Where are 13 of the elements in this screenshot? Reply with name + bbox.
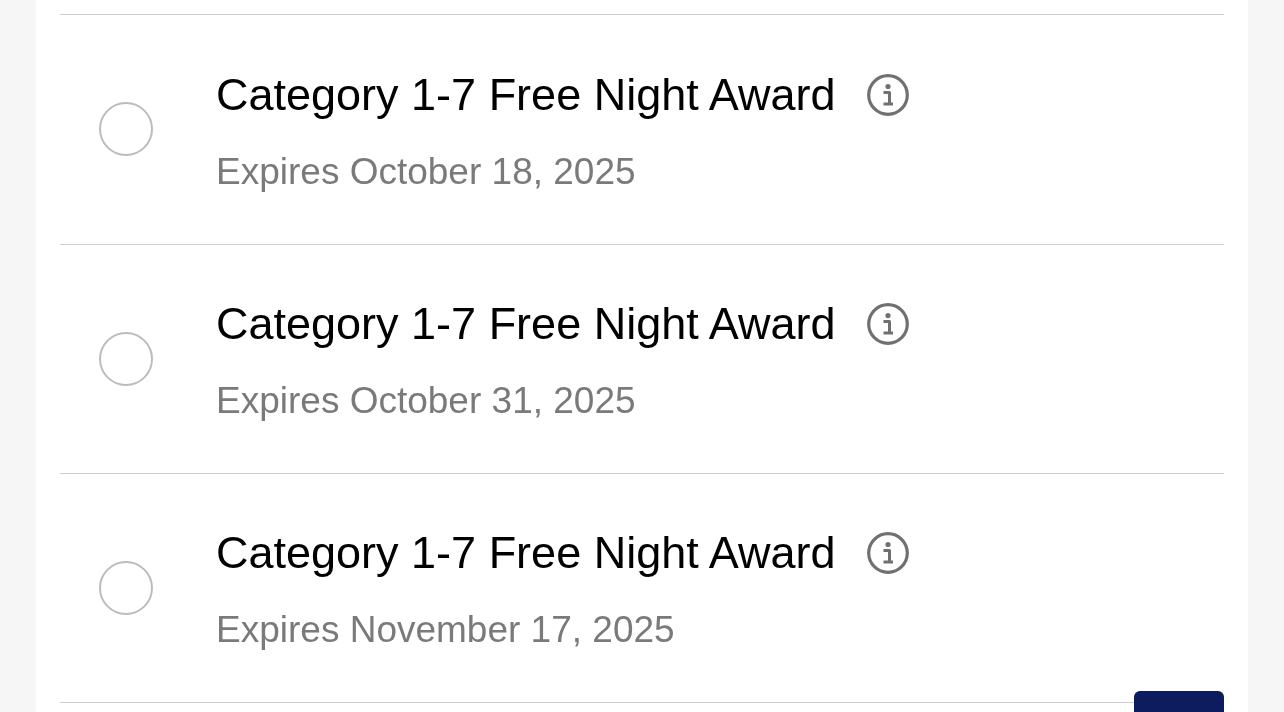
expiry-date: Expires October 31, 2025 <box>216 379 637 424</box>
award-title: Category 1-7 Free Night Award <box>216 298 836 351</box>
expiry-date: Expires November 17, 2025 <box>216 608 676 653</box>
radio-button[interactable] <box>99 102 153 157</box>
radio-button[interactable] <box>99 331 153 386</box>
award-title: Category 1-7 Free Night Award <box>216 68 836 121</box>
action-button[interactable] <box>1134 691 1224 712</box>
radio-button[interactable] <box>99 560 153 615</box>
info-icon[interactable] <box>867 532 910 575</box>
expiry-date: Expires October 18, 2025 <box>216 149 637 194</box>
info-icon[interactable] <box>867 303 910 346</box>
info-icon[interactable] <box>867 73 910 116</box>
award-title: Category 1-7 Free Night Award <box>216 527 836 580</box>
